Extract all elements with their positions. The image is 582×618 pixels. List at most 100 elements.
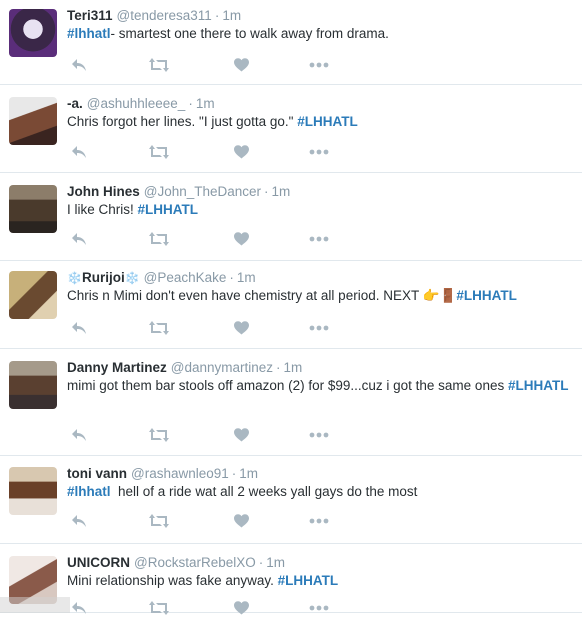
user-handle[interactable]: @dannymartinez: [171, 360, 273, 375]
timestamp[interactable]: 1m: [272, 184, 291, 199]
tweet[interactable]: Teri311 @tenderesa311·1m #lhhatl- smartest…: [0, 0, 582, 85]
reply-button[interactable]: [67, 142, 91, 162]
separator-dot: ·: [232, 466, 237, 481]
heart-icon: [234, 514, 249, 528]
heart-icon: [234, 58, 249, 72]
user-fullname[interactable]: John Hines: [67, 184, 140, 199]
tweet[interactable]: Danny Martinez@dannymartinez·1mmimi got …: [0, 349, 582, 456]
tweet-text-segment: Chris n Mimi don't even have chemistry a…: [67, 288, 423, 303]
reply-button[interactable]: [67, 511, 91, 531]
avatar[interactable]: [9, 361, 57, 409]
tweet[interactable]: UNICORN@RockstarRebelXO·1mMini relations…: [0, 544, 582, 613]
tweet[interactable]: John Hines@John_TheDancer·1mI like Chris…: [0, 173, 582, 261]
tweet-text: I like Chris! #LHHATL: [67, 201, 574, 219]
avatar[interactable]: [9, 9, 57, 57]
separator-dot: ·: [229, 270, 234, 285]
emoji: 🚪: [440, 288, 457, 303]
more-button[interactable]: [307, 425, 331, 445]
reply-button[interactable]: [67, 55, 91, 75]
hashtag-link[interactable]: #LHHATL: [138, 202, 199, 217]
retweet-button[interactable]: [147, 318, 171, 338]
tweet-text-segment: Mini relationship was fake anyway.: [67, 573, 278, 588]
user-handle[interactable]: @ashuhhleeee_: [87, 96, 186, 111]
like-button[interactable]: [229, 318, 253, 338]
like-button[interactable]: [229, 55, 253, 75]
hashtag-link[interactable]: #lhhatl: [67, 484, 111, 499]
tweet-header: Teri311 @tenderesa311·1m: [67, 7, 574, 25]
user-handle[interactable]: @RockstarRebelXO: [134, 555, 256, 570]
user-fullname[interactable]: Teri311: [67, 8, 113, 23]
more-icon: [309, 149, 329, 155]
more-button[interactable]: [307, 511, 331, 531]
heart-icon: [234, 321, 249, 335]
reply-button[interactable]: [67, 318, 91, 338]
retweet-button[interactable]: [147, 55, 171, 75]
timestamp[interactable]: 1m: [196, 96, 215, 111]
avatar[interactable]: [9, 271, 57, 319]
tweet-header: -a.@ashuhhleeee_·1m: [67, 95, 574, 113]
tweet-text-segment: hell of a ride wat all 2 weeks yall gays…: [111, 484, 418, 499]
like-button[interactable]: [229, 229, 253, 249]
tweet-header: toni vann @rashawnleo91·1m: [67, 465, 574, 483]
timestamp[interactable]: 1m: [222, 8, 241, 23]
reply-icon: [71, 58, 87, 72]
user-fullname[interactable]: Danny Martinez: [67, 360, 167, 375]
user-fullname[interactable]: Rurijoi: [82, 270, 125, 285]
user-handle[interactable]: @PeachKake: [144, 270, 227, 285]
avatar[interactable]: [9, 97, 57, 145]
like-button[interactable]: [229, 425, 253, 445]
reply-button[interactable]: [67, 598, 91, 618]
more-button[interactable]: [307, 229, 331, 249]
more-button[interactable]: [307, 598, 331, 618]
tweet-text: mimi got them bar stools off amazon (2) …: [67, 377, 574, 395]
user-handle[interactable]: @rashawnleo91: [131, 466, 229, 481]
reply-icon: [71, 428, 87, 442]
tweet[interactable]: -a.@ashuhhleeee_·1mChris forgot her line…: [0, 85, 582, 173]
tweet-text: #lhhatl hell of a ride wat all 2 weeks y…: [67, 483, 574, 501]
hashtag-link[interactable]: #LHHATL: [508, 378, 569, 393]
separator-dot: ·: [215, 8, 220, 23]
tweet[interactable]: ❄️Rurijoi❄️@PeachKake·1mChris n Mimi don…: [0, 261, 582, 349]
tweet-text: #lhhatl- smartest one there to walk away…: [67, 25, 574, 43]
tweet[interactable]: toni vann @rashawnleo91·1m #lhhatl hell of…: [0, 456, 582, 544]
tweet-text: Chris n Mimi don't even have chemistry a…: [67, 287, 574, 305]
user-fullname[interactable]: toni vann: [67, 466, 127, 481]
user-fullname[interactable]: -a.: [67, 96, 83, 111]
avatar[interactable]: [9, 185, 57, 233]
hashtag-link[interactable]: #LHHATL: [278, 573, 339, 588]
more-icon: [309, 325, 329, 331]
hashtag-link[interactable]: #LHHATL: [297, 114, 358, 129]
like-button[interactable]: [229, 598, 253, 618]
user-handle[interactable]: @tenderesa311: [117, 8, 212, 23]
more-button[interactable]: [307, 142, 331, 162]
retweet-button[interactable]: [147, 598, 171, 618]
retweet-button[interactable]: [147, 425, 171, 445]
like-button[interactable]: [229, 142, 253, 162]
more-icon: [309, 518, 329, 524]
scrollbar-corner[interactable]: [0, 597, 70, 613]
retweet-button[interactable]: [147, 142, 171, 162]
user-handle[interactable]: @John_TheDancer: [144, 184, 261, 199]
hashtag-link[interactable]: #LHHATL: [456, 288, 517, 303]
user-fullname[interactable]: UNICORN: [67, 555, 130, 570]
emoji: 👉: [423, 288, 440, 303]
more-button[interactable]: [307, 55, 331, 75]
heart-icon: [234, 428, 249, 442]
tweet-header: ❄️Rurijoi❄️@PeachKake·1m: [67, 269, 574, 287]
timestamp[interactable]: 1m: [266, 555, 285, 570]
retweet-button[interactable]: [147, 229, 171, 249]
tweet-header: John Hines@John_TheDancer·1m: [67, 183, 574, 201]
avatar[interactable]: [9, 467, 57, 515]
more-button[interactable]: [307, 318, 331, 338]
timestamp[interactable]: 1m: [284, 360, 303, 375]
retweet-button[interactable]: [147, 511, 171, 531]
reply-button[interactable]: [67, 425, 91, 445]
timestamp[interactable]: 1m: [237, 270, 256, 285]
timestamp[interactable]: 1m: [239, 466, 258, 481]
more-icon: [309, 62, 329, 68]
reply-button[interactable]: [67, 229, 91, 249]
more-icon: [309, 432, 329, 438]
hashtag-link[interactable]: #lhhatl: [67, 26, 111, 41]
like-button[interactable]: [229, 511, 253, 531]
more-icon: [309, 605, 329, 611]
